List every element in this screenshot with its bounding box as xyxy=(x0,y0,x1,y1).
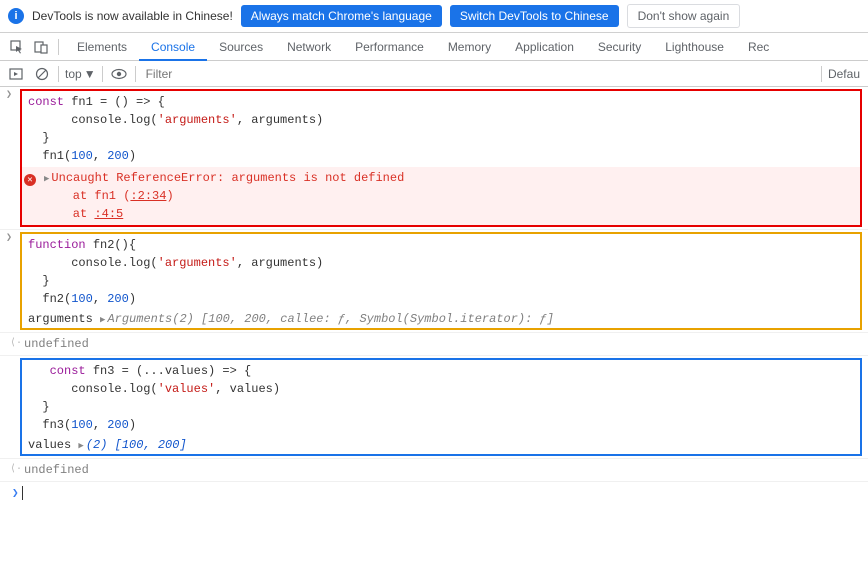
separator xyxy=(58,39,59,55)
highlight-box-yellow: function fn2(){ console.log('arguments',… xyxy=(20,232,862,330)
console-row: ❯ const fn1 = () => { console.log('argum… xyxy=(0,87,868,230)
tab-lighthouse[interactable]: Lighthouse xyxy=(653,33,736,61)
live-expression-icon[interactable] xyxy=(109,64,129,84)
tab-security[interactable]: Security xyxy=(586,33,653,61)
input-prompt-icon: ❯ xyxy=(0,230,20,244)
separator xyxy=(58,66,59,82)
tab-console[interactable]: Console xyxy=(139,33,207,61)
info-icon: i xyxy=(8,8,24,24)
input-prompt-icon: ❯ xyxy=(6,486,22,500)
context-label: top xyxy=(65,67,82,81)
separator xyxy=(102,66,103,82)
expand-triangle-icon[interactable]: ▶ xyxy=(78,441,83,451)
filter-input[interactable] xyxy=(142,65,815,83)
console-log-line: arguments ▶Arguments(2) [100, 200, calle… xyxy=(22,310,860,328)
text-cursor xyxy=(22,486,23,500)
tab-elements[interactable]: Elements xyxy=(65,33,139,61)
output-arrow-icon: ⟨· xyxy=(4,461,24,475)
array-preview[interactable]: (2) [100, 200] xyxy=(86,438,187,452)
tab-application[interactable]: Application xyxy=(503,33,586,61)
tabs-bar: ElementsConsoleSourcesNetworkPerformance… xyxy=(0,33,868,61)
tab-performance[interactable]: Performance xyxy=(343,33,436,61)
clear-console-icon[interactable] xyxy=(32,64,52,84)
highlight-box-red: const fn1 = () => { console.log('argumen… xyxy=(20,89,862,227)
dismiss-button[interactable]: Don't show again xyxy=(627,4,741,28)
log-label: arguments xyxy=(28,312,93,326)
code-block: function fn2(){ console.log('arguments',… xyxy=(22,234,860,310)
undefined-value: undefined xyxy=(24,337,89,351)
input-prompt-icon xyxy=(0,356,20,358)
console-log-line: values ▶(2) [100, 200] xyxy=(22,436,860,454)
inspect-element-icon[interactable] xyxy=(6,33,28,61)
tab-rec[interactable]: Rec xyxy=(736,33,781,61)
error-icon: ✕ xyxy=(24,174,36,186)
console-row: ❯ function fn2(){ console.log('arguments… xyxy=(0,230,868,333)
match-language-button[interactable]: Always match Chrome's language xyxy=(241,5,442,27)
expand-triangle-icon[interactable]: ▶ xyxy=(44,174,49,184)
switch-language-button[interactable]: Switch DevTools to Chinese xyxy=(450,5,619,27)
error-message: ▶Uncaught ReferenceError: arguments is n… xyxy=(38,167,410,225)
code-block: const fn1 = () => { console.log('argumen… xyxy=(22,91,860,167)
highlight-box-blue: const fn3 = (...values) => { console.log… xyxy=(20,358,862,456)
output-arrow-icon: ⟨· xyxy=(4,335,24,349)
console-toolbar: top ▼ Defau xyxy=(0,61,868,87)
console-row: const fn3 = (...values) => { console.log… xyxy=(0,356,868,459)
infobar-message: DevTools is now available in Chinese! xyxy=(32,9,233,23)
undefined-value: undefined xyxy=(24,463,89,477)
tab-memory[interactable]: Memory xyxy=(436,33,503,61)
separator xyxy=(821,66,822,82)
device-toggle-icon[interactable] xyxy=(30,33,52,61)
context-selector[interactable]: top ▼ xyxy=(65,67,96,81)
tab-network[interactable]: Network xyxy=(275,33,343,61)
tab-sources[interactable]: Sources xyxy=(207,33,275,61)
console-row: ⟨· undefined xyxy=(0,459,868,482)
console-prompt[interactable]: ❯ xyxy=(0,482,868,504)
input-prompt-icon: ❯ xyxy=(0,87,20,101)
console-row: ⟨· undefined xyxy=(0,333,868,356)
sidebar-toggle-icon[interactable] xyxy=(6,64,26,84)
code-block: const fn3 = (...values) => { console.log… xyxy=(22,360,860,436)
separator xyxy=(135,66,136,82)
chevron-down-icon: ▼ xyxy=(84,67,96,81)
expand-triangle-icon[interactable]: ▶ xyxy=(100,315,105,325)
log-label: values xyxy=(28,438,71,452)
infobar: i DevTools is now available in Chinese! … xyxy=(0,0,868,33)
object-preview[interactable]: Arguments(2) [100, 200, callee: ƒ, Symbo… xyxy=(107,312,553,326)
console-output: ❯ const fn1 = () => { console.log('argum… xyxy=(0,87,868,504)
levels-label[interactable]: Defau xyxy=(828,67,862,81)
